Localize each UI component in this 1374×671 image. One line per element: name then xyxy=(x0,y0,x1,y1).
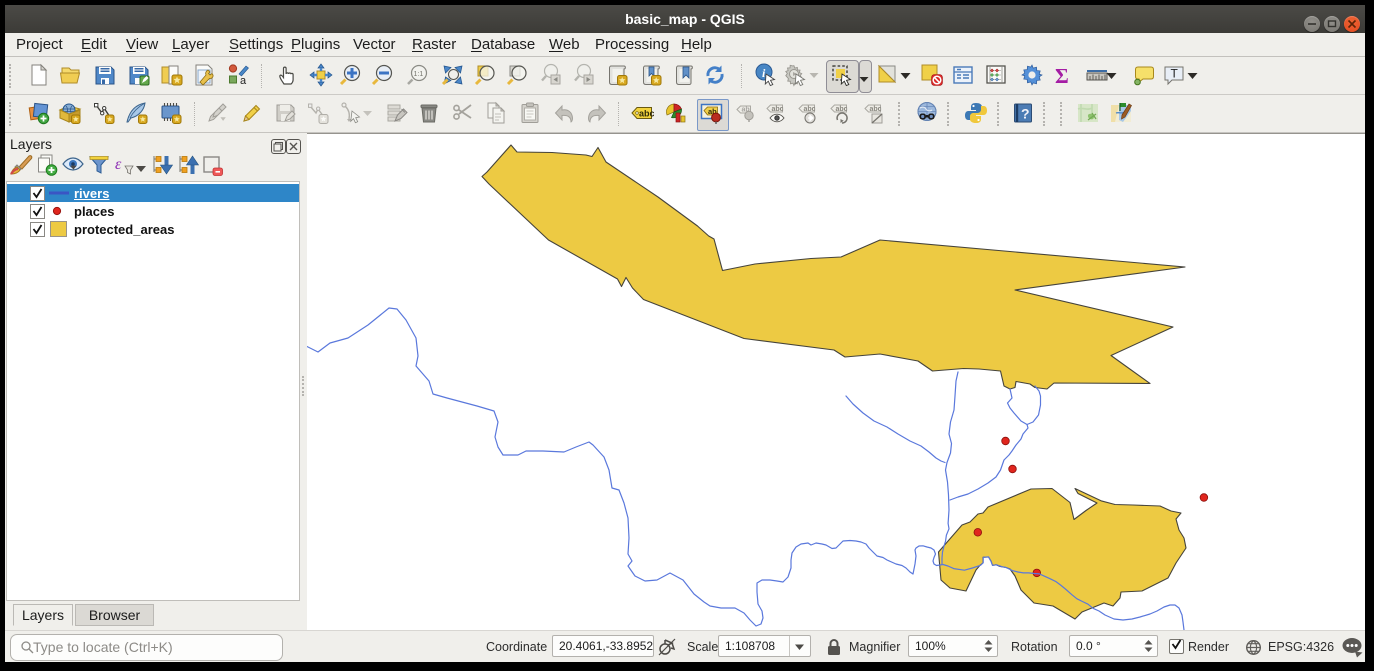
svg-text:Σ: Σ xyxy=(1055,64,1069,87)
svg-text:abc: abc xyxy=(870,106,882,113)
svg-text:a: a xyxy=(240,75,247,87)
svg-text:abc: abc xyxy=(639,109,654,119)
svg-text:abc: abc xyxy=(804,106,816,113)
svg-text:ε: ε xyxy=(115,156,122,173)
svg-text:T: T xyxy=(1171,67,1179,81)
svg-text:?: ? xyxy=(1021,106,1030,122)
svg-text:1:1: 1:1 xyxy=(414,71,424,78)
svg-text:abc: abc xyxy=(772,106,784,113)
svg-text:abc: abc xyxy=(836,106,848,113)
